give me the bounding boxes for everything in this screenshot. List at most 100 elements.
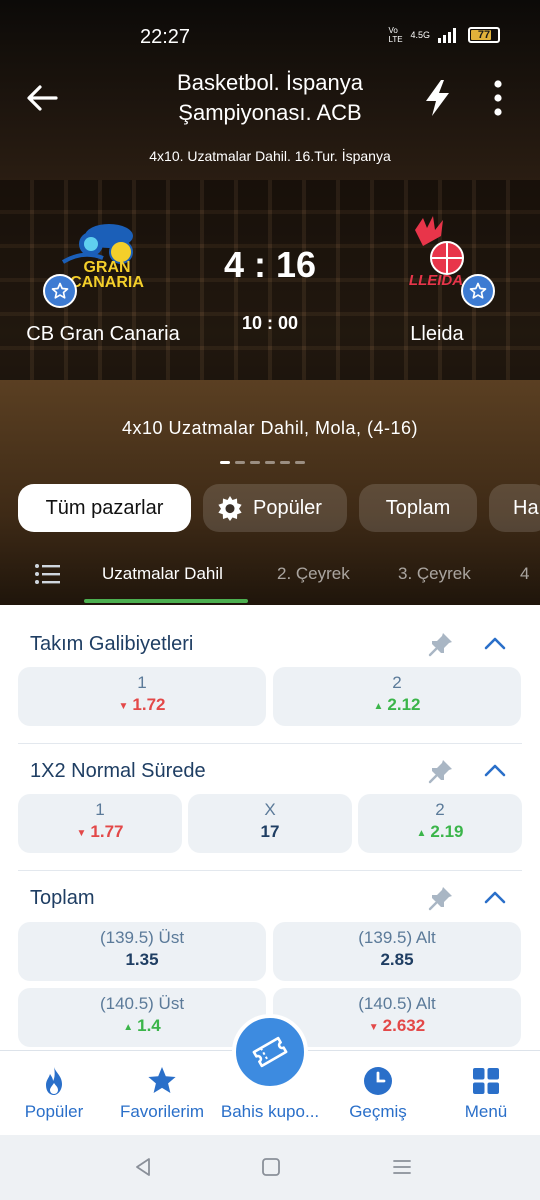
market-filter-pills: Tüm pazarlar Popüler Toplam Ha: [18, 484, 540, 532]
odd-value: 1.35: [125, 950, 159, 969]
quick-bet-button[interactable]: [420, 78, 456, 118]
match-subtitle: 4x10. Uzatmalar Dahil. 16.Tur. İspanya: [149, 148, 391, 164]
odd-label: 2: [392, 673, 402, 692]
grid-icon: [473, 1068, 499, 1094]
more-vertical-icon: [494, 80, 502, 116]
carousel-dot: [220, 461, 230, 464]
odd-button[interactable]: (139.5) Üst 1.35: [18, 922, 266, 981]
bet-slip-fab[interactable]: [232, 1014, 308, 1090]
carousel-dot: [235, 461, 245, 464]
section-divider: [18, 870, 522, 871]
collapse-button[interactable]: [482, 631, 508, 657]
odd-value-text: 2.632: [382, 1016, 426, 1035]
odd-value: ▼ 1.72: [18, 695, 266, 715]
pill-all-markets[interactable]: Tüm pazarlar: [18, 484, 191, 532]
odd-value-text: 1.77: [90, 822, 124, 841]
odd-value: ▲ 2.19: [358, 822, 522, 842]
odd-label: (139.5) Üst: [99, 928, 185, 947]
odd-button[interactable]: 1 ▼ 1.72: [18, 667, 266, 726]
carousel-dot: [295, 461, 305, 464]
pill-handicap[interactable]: Ha: [489, 484, 540, 532]
nav-menu[interactable]: Menü: [432, 1051, 540, 1136]
away-team-name: Lleida: [410, 323, 464, 345]
gear-icon: [218, 496, 242, 521]
section-title: 1X2 Normal Sürede: [30, 760, 206, 782]
odd-button[interactable]: (140.5) Alt ▼ 2.632: [273, 988, 521, 1047]
pin-button[interactable]: [426, 629, 456, 659]
collapse-button[interactable]: [482, 758, 508, 784]
nav-label: Menü: [464, 1102, 508, 1121]
tab-4-ceyrek[interactable]: 4: [520, 564, 529, 584]
period-info: 4x10 Uzatmalar Dahil, Mola, (4-16): [121, 418, 419, 438]
odd-button[interactable]: (140.5) Üst ▲ 1.4: [18, 988, 266, 1047]
odd-label: (140.5) Üst: [99, 994, 185, 1013]
odd-label: 2: [435, 800, 445, 819]
arrow-up-icon: ▲: [373, 701, 384, 712]
odd-button[interactable]: 2 ▲ 2.19: [358, 794, 522, 853]
nav-favorites[interactable]: Favorilerim: [108, 1051, 216, 1136]
odd-value-text: 2.19: [430, 822, 464, 841]
odd-button[interactable]: (139.5) Alt 2.85: [273, 922, 521, 981]
list-icon[interactable]: [34, 562, 62, 586]
chevron-up-icon: [484, 891, 506, 904]
section-title: Toplam: [30, 887, 95, 909]
section-title: Takım Galibiyetleri: [30, 633, 194, 655]
list-icon-glyph: [35, 564, 60, 584]
away-team-logo: LLEIDA: [377, 210, 497, 320]
home-favorite-button[interactable]: [43, 274, 77, 308]
pin-button[interactable]: [426, 756, 456, 786]
system-recents-icon[interactable]: [390, 1155, 414, 1179]
arrow-up-icon: ▲: [123, 1022, 134, 1033]
section-divider: [18, 743, 522, 744]
tab-2-ceyrek[interactable]: 2. Çeyrek: [277, 564, 350, 584]
pill-label: Popüler: [253, 496, 322, 519]
odd-button[interactable]: X 17: [188, 794, 352, 853]
lightning-icon: [426, 80, 449, 116]
odd-button[interactable]: 1 ▼ 1.77: [18, 794, 182, 853]
system-back-icon[interactable]: [132, 1155, 156, 1179]
clock-icon: [364, 1067, 392, 1095]
away-favorite-button[interactable]: [461, 274, 495, 308]
volte-indicator: Vo LTE: [388, 26, 403, 44]
odd-value-text: 1.4: [137, 1016, 161, 1035]
tab-3-ceyrek[interactable]: 3. Çeyrek: [398, 564, 471, 584]
odd-value: ▲ 1.4: [18, 1016, 266, 1036]
star-icon: [148, 1067, 176, 1093]
page-title: Basketbol. İspanya Şampiyonası. ACB: [177, 70, 363, 125]
more-options-button[interactable]: [484, 78, 512, 118]
active-tab-indicator: [84, 599, 248, 603]
away-team[interactable]: LLEIDA Lleida: [337, 210, 537, 346]
nav-label: Popüler: [24, 1102, 84, 1121]
odd-value: 2.85: [380, 950, 414, 969]
odd-value: ▼ 2.632: [273, 1016, 521, 1036]
odd-value: 17: [260, 822, 280, 841]
pill-label: Toplam: [385, 496, 451, 519]
tab-uzatmalar-dahil[interactable]: Uzatmalar Dahil: [102, 564, 223, 584]
odd-value-text: 1.72: [132, 695, 166, 714]
system-navigation-bar: [0, 1135, 540, 1200]
arrow-down-icon: ▼: [368, 1022, 379, 1033]
odd-label: 1: [137, 673, 147, 692]
ticket-icon: [252, 1036, 288, 1068]
odd-value-text: 2.12: [387, 695, 421, 714]
signal-icon: [438, 28, 456, 43]
pin-icon: [428, 633, 452, 657]
pill-popular[interactable]: Popüler: [203, 484, 347, 532]
odd-button[interactable]: 2 ▲ 2.12: [273, 667, 521, 726]
flame-icon: [46, 1067, 62, 1095]
pill-total[interactable]: Toplam: [359, 484, 477, 532]
status-time: 22:27: [140, 26, 191, 48]
status-icons: Vo LTE 4.5G 77: [388, 26, 500, 44]
pill-label: Ha: [513, 496, 539, 519]
arrow-left-icon: [27, 85, 58, 111]
star-outline-icon: [469, 282, 487, 299]
nav-popular[interactable]: Popüler: [0, 1051, 108, 1136]
nav-label: Bahis kupo...: [220, 1102, 320, 1121]
system-home-icon[interactable]: [259, 1155, 283, 1179]
carousel-dot: [250, 461, 260, 464]
pin-button[interactable]: [426, 883, 456, 913]
back-button[interactable]: [22, 78, 62, 118]
arrow-down-icon: ▼: [118, 701, 129, 712]
nav-history[interactable]: Geçmiş: [324, 1051, 432, 1136]
collapse-button[interactable]: [482, 885, 508, 911]
